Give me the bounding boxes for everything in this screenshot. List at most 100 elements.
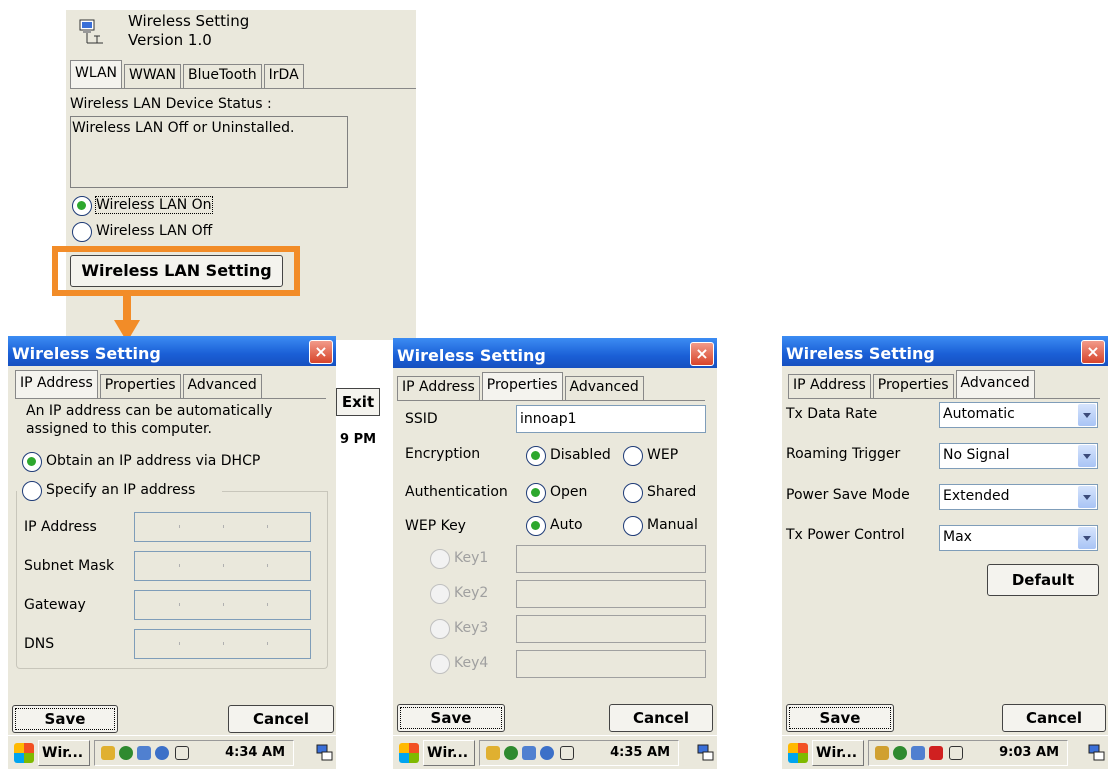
tab-properties[interactable]: Properties bbox=[99, 374, 181, 398]
subnet-mask-field[interactable] bbox=[134, 551, 311, 581]
tab-bluetooth[interactable]: BlueTooth bbox=[183, 64, 262, 88]
encryption-wep-radio[interactable] bbox=[623, 446, 643, 466]
app-version: Version 1.0 bbox=[128, 31, 212, 49]
key4-input[interactable] bbox=[516, 650, 706, 678]
network-icon bbox=[79, 18, 105, 46]
encryption-disabled-radio[interactable] bbox=[526, 446, 546, 466]
wlan-on-label[interactable]: Wireless LAN On bbox=[95, 196, 213, 214]
roaming-trigger-select[interactable]: No Signal bbox=[939, 443, 1098, 469]
desktop-icon[interactable] bbox=[316, 744, 334, 762]
wep-manual-label[interactable]: Manual bbox=[647, 517, 698, 533]
tx-power-control-label: Tx Power Control bbox=[786, 527, 905, 543]
cancel-button[interactable]: Cancel bbox=[228, 705, 334, 733]
status-textbox: Wireless LAN Off or Uninstalled. bbox=[70, 116, 348, 188]
gateway-field[interactable] bbox=[134, 590, 311, 620]
dhcp-label[interactable]: Obtain an IP address via DHCP bbox=[46, 453, 260, 469]
dialog3-titlebar: Wireless Setting × bbox=[782, 336, 1108, 366]
wlan-off-label[interactable]: Wireless LAN Off bbox=[96, 223, 212, 239]
tab-advanced[interactable]: Advanced bbox=[182, 374, 262, 398]
status-label: Wireless LAN Device Status : bbox=[70, 96, 272, 112]
key4-radio[interactable] bbox=[430, 654, 450, 674]
chevron-down-icon[interactable] bbox=[1078, 486, 1096, 508]
wireless-lan-setting-button[interactable]: Wireless LAN Setting bbox=[70, 255, 283, 287]
tab-advanced[interactable]: Advanced bbox=[955, 370, 1035, 398]
status-text: Wireless LAN Off or Uninstalled. bbox=[72, 120, 295, 136]
ssid-value: innoap1 bbox=[520, 411, 577, 427]
dns-field[interactable] bbox=[134, 629, 311, 659]
start-icon[interactable] bbox=[788, 743, 808, 763]
auth-shared-label[interactable]: Shared bbox=[647, 484, 696, 500]
chevron-down-icon[interactable] bbox=[1078, 445, 1096, 467]
taskbar-app-button[interactable]: Wir... bbox=[423, 740, 475, 766]
key3-input[interactable] bbox=[516, 615, 706, 643]
start-icon[interactable] bbox=[14, 743, 34, 763]
start-icon[interactable] bbox=[399, 743, 419, 763]
power-save-mode-select[interactable]: Extended bbox=[939, 484, 1098, 510]
tab-ip-address[interactable]: IP Address bbox=[397, 376, 480, 400]
disconnected-icon bbox=[929, 746, 943, 760]
dialog3-close-icon[interactable]: × bbox=[1081, 340, 1105, 364]
auth-shared-radio[interactable] bbox=[623, 483, 643, 503]
chevron-down-icon[interactable] bbox=[1078, 404, 1096, 426]
encryption-disabled-label[interactable]: Disabled bbox=[550, 447, 611, 463]
dialog3-title: Wireless Setting bbox=[786, 344, 935, 363]
keyboard-icon bbox=[560, 746, 574, 760]
dialog1-titlebar: Wireless Setting × bbox=[8, 336, 336, 366]
network-icon bbox=[911, 746, 925, 760]
ip-address-field[interactable] bbox=[134, 512, 311, 542]
desktop-icon[interactable] bbox=[697, 744, 715, 762]
auth-open-radio[interactable] bbox=[526, 483, 546, 503]
key1-radio[interactable] bbox=[430, 549, 450, 569]
dhcp-radio[interactable] bbox=[22, 452, 42, 472]
power-icon bbox=[486, 746, 500, 760]
tab-properties[interactable]: Properties bbox=[872, 374, 954, 398]
tx-power-control-select[interactable]: Max bbox=[939, 525, 1098, 551]
cancel-button[interactable]: Cancel bbox=[609, 704, 713, 732]
tab-properties[interactable]: Properties bbox=[481, 372, 563, 400]
device-icon bbox=[875, 746, 889, 760]
dialog1-close-icon[interactable]: × bbox=[309, 340, 333, 364]
save-button[interactable]: Save bbox=[397, 704, 505, 732]
tab-advanced[interactable]: Advanced bbox=[564, 376, 644, 400]
save-button[interactable]: Save bbox=[786, 704, 894, 732]
ssid-input[interactable]: innoap1 bbox=[516, 405, 706, 433]
keyboard-icon bbox=[949, 746, 963, 760]
auth-open-label[interactable]: Open bbox=[550, 484, 587, 500]
wlan-off-radio[interactable] bbox=[72, 222, 92, 242]
key2-radio[interactable] bbox=[430, 584, 450, 604]
exit-button[interactable]: Exit bbox=[336, 388, 380, 416]
network-icon bbox=[137, 746, 151, 760]
dialog3-tabs: IP Address Properties Advanced bbox=[788, 370, 1037, 398]
chevron-down-icon[interactable] bbox=[1078, 527, 1096, 549]
subnet-mask-label: Subnet Mask bbox=[24, 558, 115, 574]
wep-manual-radio[interactable] bbox=[623, 516, 643, 536]
wlan-on-radio[interactable] bbox=[72, 196, 92, 216]
default-button[interactable]: Default bbox=[987, 564, 1099, 596]
dialog-properties: Wireless Setting × IP Address Properties… bbox=[393, 338, 717, 769]
dhcp-description-line2: assigned to this computer. bbox=[26, 421, 212, 437]
system-tray: 4:34 AM bbox=[94, 740, 294, 766]
key4-label: Key4 bbox=[454, 655, 489, 671]
taskbar-clock: 4:35 AM bbox=[610, 745, 670, 760]
tab-wwan[interactable]: WWAN bbox=[124, 64, 181, 88]
dialog2-close-icon[interactable]: × bbox=[690, 342, 714, 366]
encryption-wep-label[interactable]: WEP bbox=[647, 447, 678, 463]
key1-label: Key1 bbox=[454, 550, 489, 566]
tx-data-rate-select[interactable]: Automatic bbox=[939, 402, 1098, 428]
dialog2-titlebar: Wireless Setting × bbox=[393, 338, 717, 368]
key2-input[interactable] bbox=[516, 580, 706, 608]
tab-ip-address[interactable]: IP Address bbox=[15, 370, 98, 398]
cancel-button[interactable]: Cancel bbox=[1002, 704, 1106, 732]
save-button[interactable]: Save bbox=[12, 705, 118, 733]
desktop-icon[interactable] bbox=[1088, 744, 1106, 762]
taskbar-app-button[interactable]: Wir... bbox=[38, 740, 90, 766]
tab-wlan[interactable]: WLAN bbox=[70, 60, 123, 88]
wep-auto-label[interactable]: Auto bbox=[550, 517, 583, 533]
key3-radio[interactable] bbox=[430, 619, 450, 639]
tab-irda[interactable]: IrDA bbox=[263, 64, 304, 88]
tab-ip-address[interactable]: IP Address bbox=[788, 374, 871, 398]
wep-auto-radio[interactable] bbox=[526, 516, 546, 536]
taskbar-app-button[interactable]: Wir... bbox=[812, 740, 864, 766]
keyboard-icon bbox=[175, 746, 189, 760]
key1-input[interactable] bbox=[516, 545, 706, 573]
